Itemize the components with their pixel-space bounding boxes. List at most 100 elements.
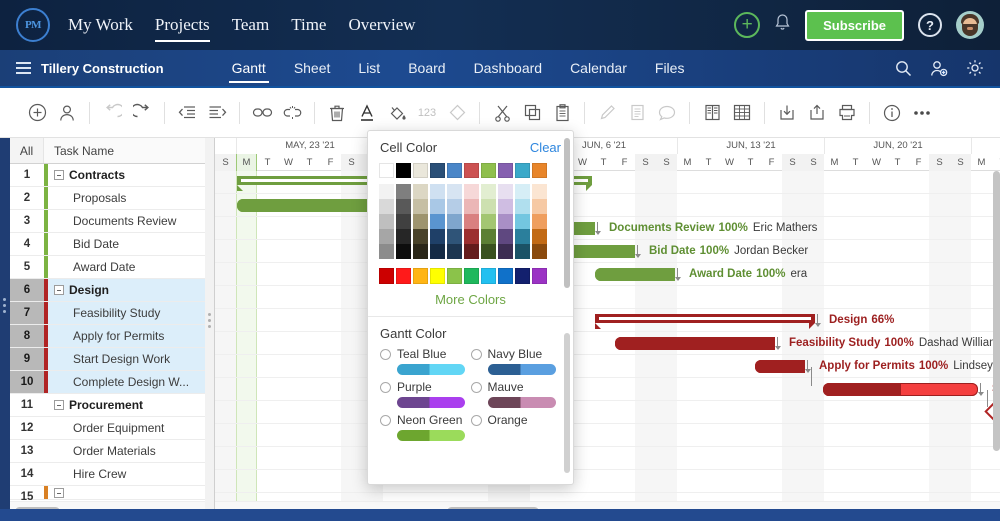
- row-number[interactable]: 15: [10, 486, 44, 503]
- fill-color-icon[interactable]: [382, 98, 412, 128]
- bell-icon[interactable]: [774, 13, 791, 38]
- tab-dashboard[interactable]: Dashboard: [474, 49, 543, 87]
- radio-button[interactable]: [470, 414, 482, 426]
- task-name-cell[interactable]: Proposals: [48, 187, 214, 209]
- color-swatch[interactable]: [379, 268, 394, 284]
- gantt-color-option[interactable]: Mauve: [470, 380, 562, 408]
- color-swatch[interactable]: [515, 268, 530, 284]
- highlight-icon[interactable]: [592, 98, 622, 128]
- row-number[interactable]: 10: [10, 371, 44, 393]
- task-name-cell[interactable]: Bid Date: [48, 233, 214, 255]
- column-header-task-name[interactable]: Task Name: [44, 138, 214, 163]
- color-swatch[interactable]: [498, 199, 513, 214]
- gantt-task-bar[interactable]: [823, 383, 978, 396]
- color-swatch[interactable]: [498, 184, 513, 199]
- tab-calendar[interactable]: Calendar: [570, 49, 627, 87]
- add-person-icon[interactable]: [930, 60, 948, 77]
- task-name-cell[interactable]: Order Equipment: [48, 417, 214, 439]
- table-row[interactable]: 5 Award Date: [10, 256, 214, 279]
- table-row[interactable]: 6 Design: [10, 279, 214, 302]
- color-swatch[interactable]: [515, 184, 530, 199]
- table-row[interactable]: 3 Documents Review: [10, 210, 214, 233]
- splitter-handle[interactable]: [208, 313, 211, 331]
- subscribe-button[interactable]: Subscribe: [805, 9, 904, 41]
- link-icon[interactable]: [247, 98, 277, 128]
- color-swatch[interactable]: [532, 244, 547, 259]
- radio-button[interactable]: [380, 348, 391, 360]
- paste-icon[interactable]: [547, 98, 577, 128]
- color-swatch[interactable]: [481, 244, 496, 259]
- color-swatch[interactable]: [379, 184, 394, 199]
- radio-button[interactable]: [470, 348, 482, 360]
- color-swatch[interactable]: [532, 229, 547, 244]
- color-swatch[interactable]: [532, 214, 547, 229]
- color-swatch[interactable]: [464, 163, 479, 178]
- popup-scroll-thumb-lower[interactable]: [564, 333, 570, 473]
- color-swatch[interactable]: [396, 199, 411, 214]
- gantt-vscrollbar[interactable]: [993, 171, 1000, 471]
- color-swatch[interactable]: [464, 268, 479, 284]
- plus-circle-icon[interactable]: +: [734, 12, 761, 38]
- gantt-color-option[interactable]: Teal Blue: [380, 347, 471, 375]
- row-number[interactable]: 9: [10, 348, 44, 370]
- gantt-color-option[interactable]: Purple: [380, 380, 471, 408]
- tab-list[interactable]: List: [358, 49, 380, 87]
- color-swatch[interactable]: [464, 214, 479, 229]
- indent-icon[interactable]: [202, 98, 232, 128]
- copy-icon[interactable]: [517, 98, 547, 128]
- color-swatch[interactable]: [430, 163, 445, 178]
- gantt-task-bar[interactable]: [595, 268, 675, 281]
- note-icon[interactable]: [622, 98, 652, 128]
- color-swatch[interactable]: [447, 199, 462, 214]
- gear-icon[interactable]: [966, 59, 984, 77]
- table-row[interactable]: 11 Procurement: [10, 394, 214, 417]
- assign-resource-icon[interactable]: [52, 98, 82, 128]
- grid-view-icon[interactable]: [727, 98, 757, 128]
- info-icon[interactable]: [877, 98, 907, 128]
- table-row[interactable]: 4 Bid Date: [10, 233, 214, 256]
- color-swatch[interactable]: [379, 244, 394, 259]
- color-swatch[interactable]: [498, 268, 513, 284]
- table-row[interactable]: 9 Start Design Work: [10, 348, 214, 371]
- radio-button[interactable]: [380, 381, 391, 393]
- color-swatch[interactable]: [430, 244, 445, 259]
- collapse-expander-icon[interactable]: [54, 285, 64, 295]
- task-name-cell[interactable]: Hire Crew: [48, 463, 214, 485]
- color-swatch[interactable]: [532, 163, 547, 178]
- table-row[interactable]: 13 Order Materials: [10, 440, 214, 463]
- color-swatch[interactable]: [413, 184, 428, 199]
- help-icon[interactable]: ?: [918, 13, 942, 37]
- gantt-color-option[interactable]: Navy Blue: [470, 347, 562, 375]
- gantt-vscroll-thumb[interactable]: [993, 171, 1000, 451]
- grid-gantt-splitter[interactable]: [205, 138, 215, 521]
- color-swatch[interactable]: [396, 229, 411, 244]
- color-swatch[interactable]: [413, 163, 428, 178]
- number-format-icon[interactable]: 123: [412, 98, 442, 128]
- delete-icon[interactable]: [322, 98, 352, 128]
- comment-icon[interactable]: [652, 98, 682, 128]
- row-number[interactable]: 13: [10, 440, 44, 462]
- popup-scrollbar[interactable]: [564, 138, 570, 478]
- collapse-expander-icon[interactable]: [54, 170, 64, 180]
- nav-time[interactable]: Time: [291, 0, 326, 50]
- table-row[interactable]: 12 Order Equipment: [10, 417, 214, 440]
- color-swatch[interactable]: [481, 199, 496, 214]
- color-swatch[interactable]: [379, 199, 394, 214]
- avatar[interactable]: [956, 11, 984, 39]
- tab-sheet[interactable]: Sheet: [294, 49, 331, 87]
- color-swatch[interactable]: [447, 268, 462, 284]
- row-number[interactable]: 1: [10, 164, 44, 186]
- color-swatch[interactable]: [396, 214, 411, 229]
- export-icon[interactable]: [802, 98, 832, 128]
- table-row[interactable]: 7 Feasibility Study: [10, 302, 214, 325]
- radio-button[interactable]: [380, 414, 391, 426]
- cut-icon[interactable]: [487, 98, 517, 128]
- color-swatch[interactable]: [379, 163, 394, 178]
- nav-my-work[interactable]: My Work: [68, 0, 133, 50]
- color-swatch[interactable]: [447, 244, 462, 259]
- task-name-cell[interactable]: Start Design Work: [48, 348, 214, 370]
- split-view-icon[interactable]: [697, 98, 727, 128]
- gantt-color-option[interactable]: Neon Green: [380, 413, 471, 441]
- row-number[interactable]: 14: [10, 463, 44, 485]
- color-swatch[interactable]: [498, 229, 513, 244]
